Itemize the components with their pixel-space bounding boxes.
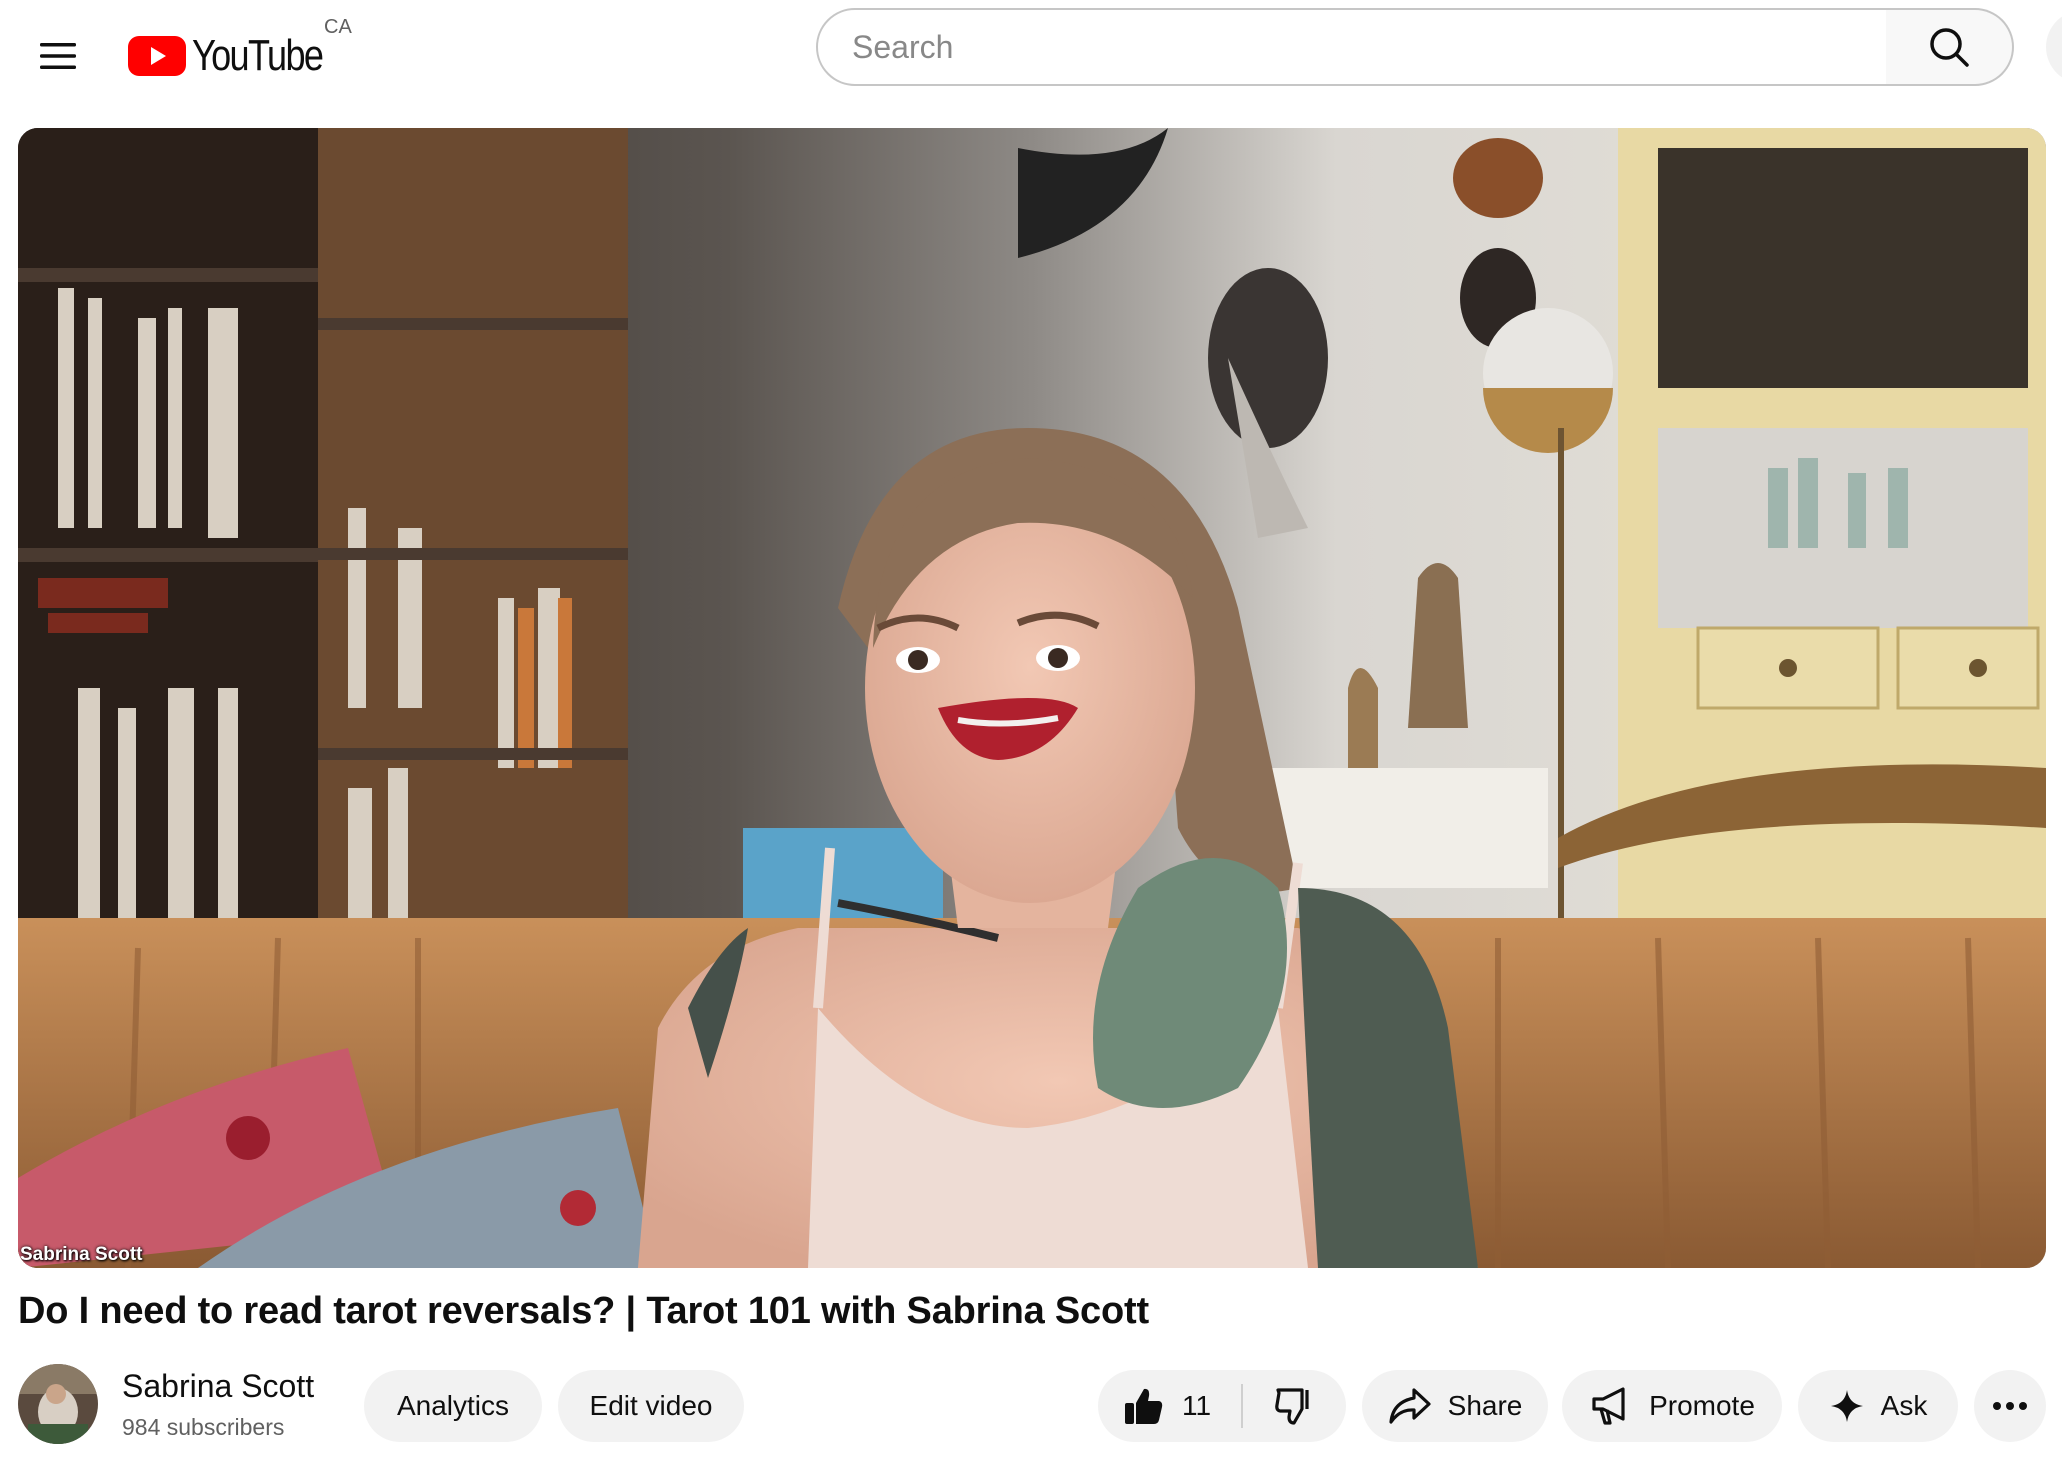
like-dislike-group: 11 [1098,1370,1346,1442]
ask-label: Ask [1880,1390,1928,1421]
youtube-logo-icon [128,36,186,76]
country-code: CA [324,16,352,38]
channel-avatar[interactable] [18,1364,98,1444]
share-label: Share [1447,1390,1523,1421]
video-frame [18,128,2046,1268]
voice-search-button[interactable] [2046,10,2062,84]
more-icon [1993,1402,2027,1410]
promote-label: Promote [1649,1390,1755,1421]
video-watermark: Sabrina Scott [20,1244,143,1265]
ask-button[interactable]: Ask [1798,1370,1958,1442]
more-actions-button[interactable] [1974,1370,2046,1442]
dislike-icon [1275,1388,1309,1425]
youtube-logo[interactable]: YouTube [128,26,351,86]
guide-menu-button[interactable] [24,22,92,90]
search-box [816,8,1888,86]
like-divider [1241,1384,1243,1428]
like-icon [1125,1388,1163,1424]
search-icon [1930,28,1969,67]
like-button[interactable]: 11 [1098,1370,1242,1442]
dislike-button[interactable] [1244,1370,1346,1442]
search-input[interactable] [850,27,1886,67]
edit-video-label: Edit video [589,1390,713,1421]
share-icon [1389,1388,1431,1424]
subscriber-count: 984 subscribers [122,1414,285,1440]
analytics-button[interactable]: Analytics [364,1370,542,1442]
promote-button[interactable]: Promote [1562,1370,1782,1442]
edit-video-button[interactable]: Edit video [558,1370,744,1442]
share-button[interactable]: Share [1362,1370,1548,1442]
video-player[interactable]: Sabrina Scott [18,128,2046,1268]
avatar-image [18,1364,98,1444]
search-button[interactable] [1886,8,2014,86]
channel-name[interactable]: Sabrina Scott [122,1368,314,1405]
sparkle-icon [1830,1390,1863,1422]
logo-wordmark: YouTube [192,31,324,80]
masthead: YouTube CA [0,0,2062,112]
video-title: Do I need to read tarot reversals? | Tar… [18,1290,1149,1332]
promote-icon [1592,1387,1625,1425]
menu-icon [40,43,76,69]
analytics-label: Analytics [396,1390,510,1421]
like-count: 11 [1182,1390,1212,1421]
